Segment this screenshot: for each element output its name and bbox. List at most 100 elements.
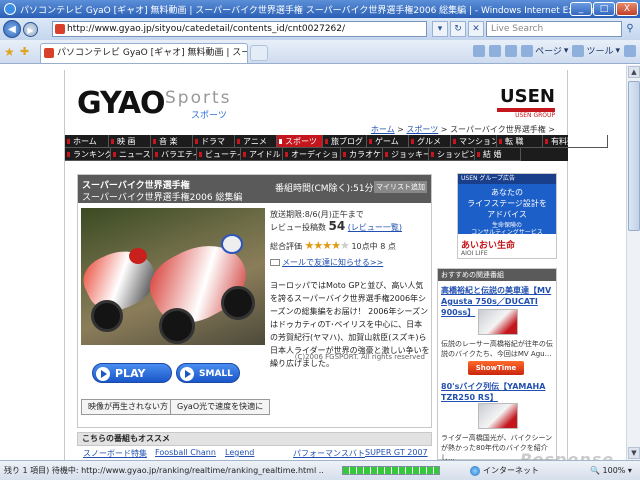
small-play-button[interactable]: SMALL	[176, 363, 240, 383]
ad-line: ライフステージ設計を	[467, 199, 547, 208]
forward-button[interactable]: ▶	[23, 21, 38, 37]
refresh-icon[interactable]: ↻	[450, 21, 466, 37]
nav-item[interactable]: アイドル	[241, 148, 283, 161]
nav-item[interactable]: ビューティ	[197, 148, 241, 161]
gyao-hikari-button[interactable]: GyaO光で速度を快適に	[170, 399, 271, 415]
mylist-add-button[interactable]: マイリスト追加	[374, 181, 427, 193]
gyao-logo[interactable]: GYAO	[77, 86, 166, 121]
breadcrumb-home[interactable]: ホーム	[371, 125, 395, 134]
global-nav: ホーム映 画音 楽ドラマ アニメ スポーツ 旅ブログ ゲーム グルメ マンション転 職有料動…	[65, 135, 608, 161]
nav-item[interactable]: ショッピング	[429, 148, 475, 161]
print-button[interactable]	[505, 44, 518, 57]
breadcrumb-sports[interactable]: スポーツ	[406, 125, 438, 134]
nav-item[interactable]: ゲーム	[367, 135, 409, 148]
scroll-down-icon[interactable]: ▼	[628, 447, 640, 459]
recommend-item[interactable]: スノーボード特集	[83, 448, 147, 459]
related-item-thumbnail[interactable]	[478, 309, 518, 335]
nav-item[interactable]: ホーム	[65, 135, 109, 148]
tab-active[interactable]: パソコンテレビ GyaO [ギャオ] 無料動画 | スーパーバイ...	[40, 43, 248, 63]
breadcrumb-sep: >	[394, 125, 407, 134]
nav-item[interactable]: ジョッキー	[383, 148, 429, 161]
help-icon	[624, 44, 636, 57]
search-placeholder: Live Search	[491, 24, 544, 34]
nav-item[interactable]: 結 婚	[475, 148, 521, 161]
showtime-logo[interactable]: ShowTime	[468, 361, 524, 375]
dropdown-icon[interactable]: ▾	[432, 21, 448, 37]
zoom-label: 100%	[602, 466, 626, 475]
wheel-image	[159, 308, 195, 344]
stop-icon[interactable]: ✕	[468, 21, 484, 37]
nav-item[interactable]: オーディション	[283, 148, 341, 161]
ad-banner[interactable]: USEN グループ広告 あなたの ライフステージ設計を アドバイス 生命保険の …	[457, 173, 557, 259]
address-toolbar: ◀ ▶ http://www.gyao.jp/sityou/catedetail…	[0, 18, 640, 40]
program-detail-box: スーパーバイク世界選手権 スーパーバイク世界選手権2006 総集編 番組時間(C…	[77, 174, 432, 428]
nav-item[interactable]: ニュース	[111, 148, 153, 161]
rating-note: 10点中 8 点	[351, 242, 396, 251]
nav-item[interactable]: グルメ	[409, 135, 451, 148]
tab-favicon	[44, 48, 54, 58]
mail-friend-link[interactable]: メールで友達に知らせる>>	[282, 258, 383, 267]
security-zone[interactable]: インターネット	[470, 461, 539, 480]
scroll-up-icon[interactable]: ▲	[628, 66, 640, 78]
playback-help-button[interactable]: 映像が再生されない方	[81, 399, 175, 415]
loading-progress	[342, 466, 440, 475]
review-list-link[interactable]: (レビュー一覧)	[348, 223, 402, 232]
recommend-item[interactable]: Legend	[225, 448, 254, 457]
rating-stars: ★★★★★	[305, 239, 350, 252]
related-item-title[interactable]: 80'sバイク列伝【YAMAHA TZR250 RS】	[441, 381, 553, 403]
breadcrumb-sep: >	[438, 125, 451, 134]
program-thumbnail[interactable]	[81, 208, 265, 345]
recommend-item[interactable]: パフォーマンスバト	[293, 448, 365, 459]
search-icon[interactable]: ⚲	[623, 22, 637, 36]
nav-item[interactable]: 有料動画	[543, 135, 608, 148]
feed-icon	[489, 44, 502, 57]
help-button[interactable]	[624, 44, 636, 57]
address-url: http://www.gyao.jp/sityou/catedetail/con…	[67, 24, 346, 34]
nav-item[interactable]: 旅ブログ	[323, 135, 367, 148]
ad-body: あなたの ライフステージ設計を アドバイス 生命保険の コンサルティングサービス	[458, 184, 556, 236]
related-item-desc: 伝説のレーサー高橋裕紀が往年の伝説のバイクたち、今回はMV Agu…	[441, 340, 553, 358]
search-input[interactable]: Live Search	[486, 21, 622, 37]
feeds-button[interactable]	[489, 44, 502, 57]
zoom-level[interactable]: 🔍 100% ▾	[590, 461, 632, 480]
close-button[interactable]: X	[616, 2, 638, 16]
tools-menu-label: ツール	[586, 47, 614, 57]
nav-item[interactable]: スポーツ	[277, 135, 323, 148]
rating-label: 総合評価	[270, 242, 302, 251]
back-button[interactable]: ◀	[3, 20, 21, 38]
print-icon	[505, 44, 518, 57]
tools-menu[interactable]: ツール ▾	[572, 44, 620, 57]
rating-line: 総合評価 ★★★★★ 10点中 8 点	[270, 239, 396, 252]
nav-item[interactable]: バラエティ	[153, 148, 197, 161]
nav-item[interactable]: 音 楽	[151, 135, 193, 148]
nav-item[interactable]: ランキング	[65, 148, 111, 161]
minimize-button[interactable]: _	[570, 2, 592, 16]
page-menu[interactable]: ページ ▾	[521, 44, 568, 57]
related-item-thumbnail[interactable]	[478, 403, 518, 429]
nav-item[interactable]: 転 職	[497, 135, 543, 148]
maximize-button[interactable]: □	[593, 2, 615, 16]
new-tab-button[interactable]	[250, 45, 268, 61]
favorites-star-icon[interactable]: ★	[4, 45, 15, 59]
program-header: スーパーバイク世界選手権 スーパーバイク世界選手権2006 総集編 番組時間(C…	[78, 175, 431, 203]
gyao-page: GYAO Sports スポーツ USEN USEN GROUP ホーム > ス…	[64, 70, 608, 460]
zoom-icon: 🔍	[590, 466, 600, 475]
nav-item[interactable]: カラオケ	[341, 148, 383, 161]
page-menu-label: ページ	[535, 47, 562, 57]
recommend-item[interactable]: Foosball Chann	[155, 448, 216, 457]
scroll-thumb[interactable]	[628, 81, 640, 231]
review-line: レビュー投稿数 54 (レビュー一覧)	[270, 219, 402, 233]
recommend-item[interactable]: SUPER GT 2007	[365, 448, 428, 457]
vertical-scrollbar[interactable]: ▲ ▼	[626, 65, 640, 460]
add-favorites-icon[interactable]: ✚	[20, 45, 29, 58]
nav-item[interactable]: 映 画	[109, 135, 151, 148]
usen-logo[interactable]: USEN	[497, 86, 555, 112]
nav-item[interactable]: マンション	[451, 135, 497, 148]
status-text: 残り 1 項目) 待機中: http://www.gyao.jp/ranking…	[4, 466, 324, 475]
home-button[interactable]	[473, 44, 486, 57]
nav-item[interactable]: ドラマ	[193, 135, 235, 148]
star-icon: ★	[340, 239, 350, 252]
play-button[interactable]: PLAY	[92, 363, 172, 383]
address-input[interactable]: http://www.gyao.jp/sityou/catedetail/con…	[52, 21, 427, 37]
nav-item[interactable]: アニメ	[235, 135, 277, 148]
